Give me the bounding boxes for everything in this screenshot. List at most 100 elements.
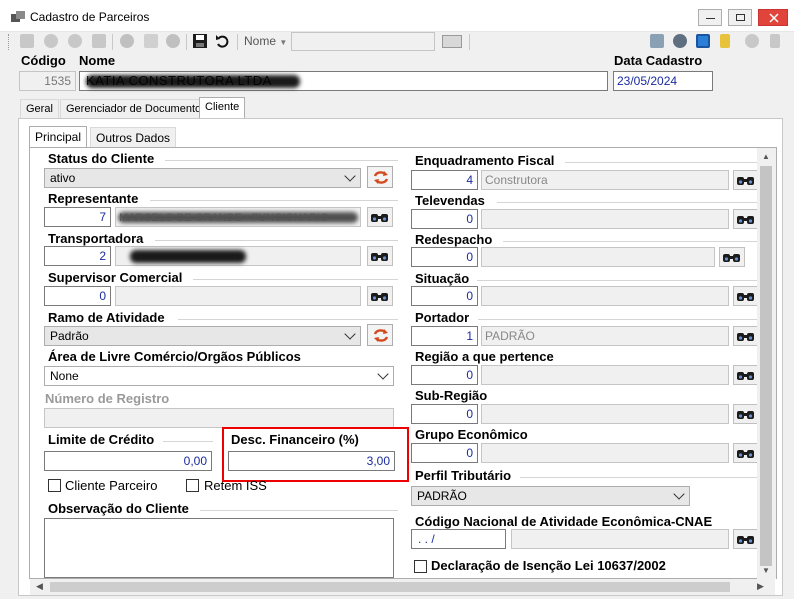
perfil-tributario-label: Perfil Tributário <box>415 468 512 483</box>
perfil-tributario-select[interactable]: PADRÃO <box>411 486 690 506</box>
binoculars-icon <box>737 372 754 380</box>
prev-record-icon[interactable] <box>44 34 58 48</box>
grupo-economico-code-field[interactable]: 0 <box>411 443 478 463</box>
gear-icon[interactable] <box>673 34 687 48</box>
divider <box>478 319 772 320</box>
divider <box>150 200 398 201</box>
scroll-left-icon[interactable]: ◀ <box>36 581 43 592</box>
sub-regiao-name-field <box>481 404 729 424</box>
divider <box>193 279 398 280</box>
scroll-up-icon[interactable]: ▲ <box>762 152 770 161</box>
perfil-tributario-value: PADRÃO <box>417 489 467 503</box>
vertical-scrollbar-thumb[interactable] <box>760 166 772 566</box>
filter-icon[interactable] <box>720 34 730 48</box>
desc-financeiro-field[interactable]: 3,00 <box>228 451 395 471</box>
tab-geral[interactable]: Geral <box>20 99 59 119</box>
data-cadastro-field[interactable]: 23/05/2024 <box>613 71 713 91</box>
add-icon[interactable] <box>120 34 134 48</box>
maximize-button[interactable] <box>728 9 752 26</box>
binoculars-icon <box>737 411 754 419</box>
status-refresh-button[interactable] <box>367 166 393 188</box>
grupo-economico-search-button[interactable] <box>733 443 759 463</box>
ramo-refresh-button[interactable] <box>367 324 393 346</box>
horizontal-scrollbar-thumb[interactable] <box>50 582 730 592</box>
televendas-search-button[interactable] <box>733 209 759 229</box>
supervisor-search-button[interactable] <box>367 286 393 306</box>
transportadora-code-field[interactable]: 2 <box>44 246 111 266</box>
retem-iss-checkbox[interactable] <box>186 479 199 492</box>
regiao-search-button[interactable] <box>733 365 759 385</box>
situacao-label: Situação <box>415 271 470 286</box>
redespacho-label: Redespacho <box>415 232 493 247</box>
edit-icon[interactable] <box>144 34 158 48</box>
observacao-cliente-label: Observação do Cliente <box>48 501 189 516</box>
portador-search-button[interactable] <box>733 326 759 346</box>
report-icon[interactable] <box>650 34 664 48</box>
representante-search-button[interactable] <box>367 207 393 227</box>
divider <box>477 280 772 281</box>
scroll-right-icon[interactable]: ▶ <box>757 581 764 592</box>
subtab-outros-dados[interactable]: Outros Dados <box>90 127 177 147</box>
observacao-textarea[interactable] <box>44 518 394 578</box>
enquadramento-search-button[interactable] <box>733 170 759 190</box>
cnae-search-button[interactable] <box>733 529 759 549</box>
maximize-icon <box>736 14 745 21</box>
limite-credito-field[interactable]: 0,00 <box>44 451 212 471</box>
first-record-icon[interactable] <box>20 34 34 48</box>
user-icon[interactable] <box>745 34 759 48</box>
undo-icon[interactable] <box>215 34 230 51</box>
nome-combo-label: Nome <box>244 34 277 48</box>
status-cliente-label: Status do Cliente <box>48 151 155 166</box>
redespacho-code-field[interactable]: 0 <box>411 247 478 267</box>
horizontal-scrollbar[interactable]: ◀ ▶ <box>30 579 775 595</box>
redespacho-search-button[interactable] <box>719 247 745 267</box>
cnae-code-field[interactable]: . . / <box>411 529 506 549</box>
supervisor-code-field[interactable]: 0 <box>44 286 111 306</box>
enquadramento-code-field[interactable]: 4 <box>411 170 478 190</box>
situacao-search-button[interactable] <box>733 286 759 306</box>
sub-regiao-code-field[interactable]: 0 <box>411 404 478 424</box>
status-cliente-select[interactable]: ativo <box>44 168 361 188</box>
binoculars-icon <box>723 254 740 262</box>
portador-code-field[interactable]: 1 <box>411 326 478 346</box>
next-record-icon[interactable] <box>68 34 82 48</box>
close-button[interactable] <box>758 9 788 26</box>
area-livre-comercio-select[interactable]: None <box>44 366 394 386</box>
situacao-name-field <box>481 286 729 306</box>
binoculars-icon <box>737 450 754 458</box>
tab-gerenciador-documentos[interactable]: Gerenciador de Documentos <box>60 99 213 119</box>
nome-combo[interactable]: Nome ▼ <box>244 34 287 48</box>
divider <box>520 477 772 478</box>
vertical-scrollbar[interactable]: ▲ ▼ <box>757 148 776 579</box>
sub-regiao-search-button[interactable] <box>733 404 759 424</box>
ramo-atividade-select[interactable]: Padrão <box>44 326 361 346</box>
exit-icon[interactable] <box>770 34 780 48</box>
swap-icon <box>373 329 389 342</box>
grid-view-icon[interactable] <box>442 35 462 48</box>
regiao-code-field[interactable]: 0 <box>411 365 478 385</box>
data-cadastro-label: Data Cadastro <box>614 53 703 68</box>
nome-field[interactable]: KATIA CONSTRUTORA LTDA <box>79 71 608 91</box>
minimize-button[interactable] <box>698 9 722 26</box>
regiao-name-field <box>481 365 729 385</box>
enquadramento-name-field: Construtora <box>481 170 729 190</box>
transportadora-search-button[interactable] <box>367 246 393 266</box>
save-icon[interactable] <box>193 34 207 51</box>
delete-icon[interactable] <box>166 34 180 48</box>
televendas-code-field[interactable]: 0 <box>411 209 478 229</box>
refresh-icon[interactable] <box>696 34 710 48</box>
binoculars-icon <box>371 214 388 222</box>
last-record-icon[interactable] <box>92 34 106 48</box>
divider <box>200 510 398 511</box>
status-cliente-value: ativo <box>50 171 76 185</box>
declaracao-isencao-checkbox[interactable] <box>414 560 427 573</box>
subtab-principal[interactable]: Principal <box>29 126 88 148</box>
representante-code-field[interactable]: 7 <box>44 207 111 227</box>
scroll-down-icon[interactable]: ▼ <box>762 566 770 575</box>
codigo-field[interactable]: 1535 <box>19 71 76 91</box>
binoculars-icon <box>737 293 754 301</box>
situacao-code-field[interactable]: 0 <box>411 286 478 306</box>
search-input[interactable] <box>291 32 435 51</box>
cliente-parceiro-checkbox[interactable] <box>48 479 61 492</box>
tab-cliente[interactable]: Cliente <box>199 97 246 119</box>
